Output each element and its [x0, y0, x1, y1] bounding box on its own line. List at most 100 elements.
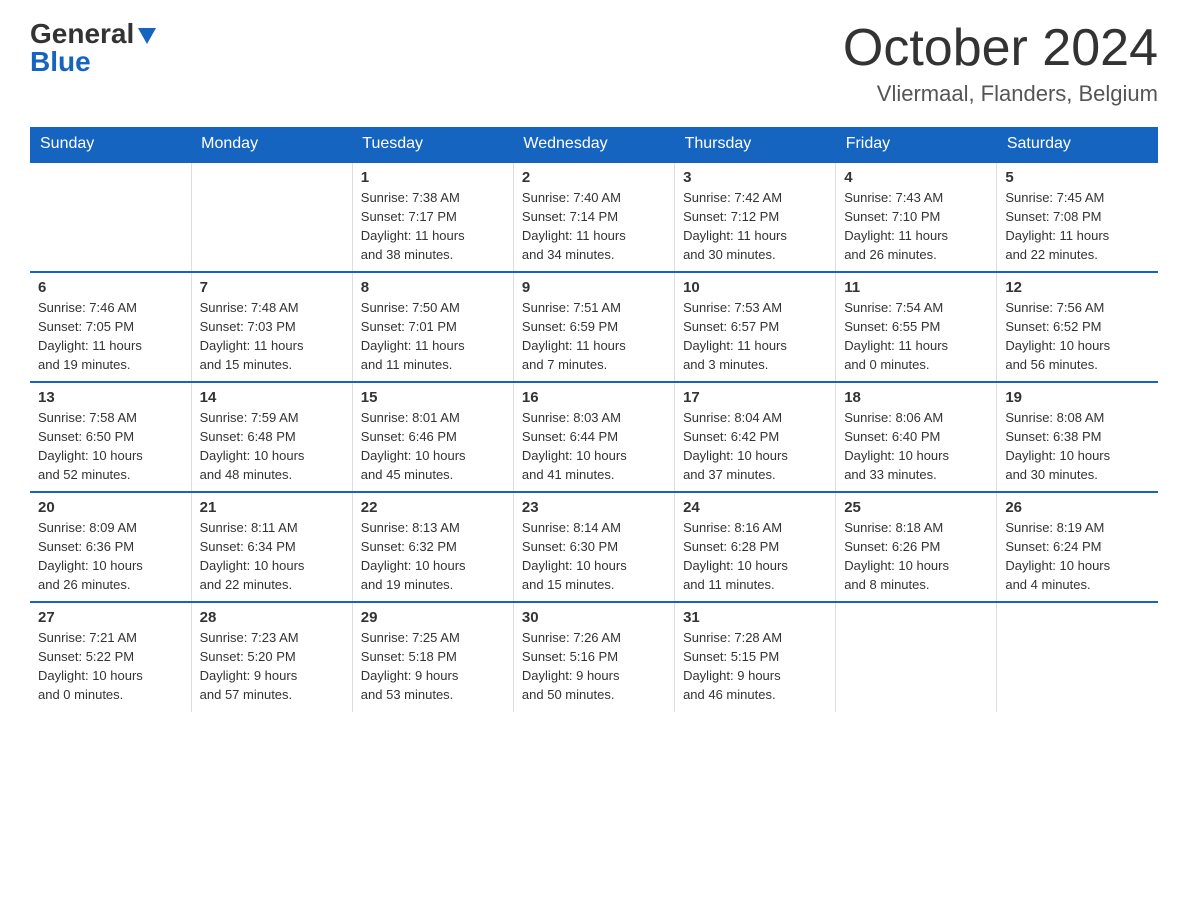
calendar-cell: 5 Sunrise: 7:45 AM Sunset: 7:08 PM Daylig… [997, 162, 1158, 272]
day-number: 3 [683, 169, 827, 186]
week-row-2: 6 Sunrise: 7:46 AM Sunset: 7:05 PM Daylig… [30, 272, 1158, 382]
column-header-saturday: Saturday [997, 127, 1158, 162]
calendar-cell: 20 Sunrise: 8:09 AM Sunset: 6:36 PM Dayli… [30, 492, 191, 602]
week-row-1: 1 Sunrise: 7:38 AM Sunset: 7:17 PM Daylig… [30, 162, 1158, 272]
day-number: 18 [844, 389, 988, 406]
day-info: Sunrise: 8:08 AM Sunset: 6:38 PM Dayligh… [1005, 409, 1150, 484]
calendar-cell: 26 Sunrise: 8:19 AM Sunset: 6:24 PM Dayli… [997, 492, 1158, 602]
calendar-cell: 30 Sunrise: 7:26 AM Sunset: 5:16 PM Dayli… [513, 602, 674, 712]
day-info: Sunrise: 7:48 AM Sunset: 7:03 PM Dayligh… [200, 299, 344, 374]
day-info: Sunrise: 8:03 AM Sunset: 6:44 PM Dayligh… [522, 409, 666, 484]
day-info: Sunrise: 7:50 AM Sunset: 7:01 PM Dayligh… [361, 299, 505, 374]
calendar-cell: 19Sunrise: 8:08 AM Sunset: 6:38 PM Dayli… [997, 382, 1158, 492]
day-number: 29 [361, 609, 505, 626]
day-number: 9 [522, 279, 666, 296]
calendar-cell: 11 Sunrise: 7:54 AM Sunset: 6:55 PM Dayli… [836, 272, 997, 382]
day-number: 14 [200, 389, 344, 406]
day-info: Sunrise: 7:42 AM Sunset: 7:12 PM Dayligh… [683, 189, 827, 264]
calendar-cell [997, 602, 1158, 712]
day-info: Sunrise: 8:18 AM Sunset: 6:26 PM Dayligh… [844, 519, 988, 594]
day-info: Sunrise: 8:14 AM Sunset: 6:30 PM Dayligh… [522, 519, 666, 594]
day-info: Sunrise: 7:38 AM Sunset: 7:17 PM Dayligh… [361, 189, 505, 264]
day-number: 15 [361, 389, 505, 406]
day-number: 27 [38, 609, 183, 626]
day-info: Sunrise: 7:54 AM Sunset: 6:55 PM Dayligh… [844, 299, 988, 374]
calendar-cell: 18 Sunrise: 8:06 AM Sunset: 6:40 PM Dayli… [836, 382, 997, 492]
day-info: Sunrise: 7:26 AM Sunset: 5:16 PM Dayligh… [522, 629, 666, 704]
day-number: 13 [38, 389, 183, 406]
day-info: Sunrise: 7:45 AM Sunset: 7:08 PM Dayligh… [1005, 189, 1150, 264]
calendar-cell: 13 Sunrise: 7:58 AM Sunset: 6:50 PM Dayli… [30, 382, 191, 492]
day-number: 12 [1005, 279, 1150, 296]
day-number: 8 [361, 279, 505, 296]
calendar-cell: 9 Sunrise: 7:51 AM Sunset: 6:59 PM Daylig… [513, 272, 674, 382]
logo-text-blue: Blue [30, 48, 91, 76]
month-title: October 2024 [843, 20, 1158, 77]
day-number: 30 [522, 609, 666, 626]
day-info: Sunrise: 7:40 AM Sunset: 7:14 PM Dayligh… [522, 189, 666, 264]
day-info: Sunrise: 8:09 AM Sunset: 6:36 PM Dayligh… [38, 519, 183, 594]
day-number: 22 [361, 499, 505, 516]
column-header-sunday: Sunday [30, 127, 191, 162]
day-number: 10 [683, 279, 827, 296]
column-header-wednesday: Wednesday [513, 127, 674, 162]
calendar-cell: 22 Sunrise: 8:13 AM Sunset: 6:32 PM Dayli… [352, 492, 513, 602]
logo: General Blue [30, 20, 158, 76]
week-row-5: 27 Sunrise: 7:21 AM Sunset: 5:22 PM Dayli… [30, 602, 1158, 712]
calendar-cell: 29Sunrise: 7:25 AM Sunset: 5:18 PM Dayli… [352, 602, 513, 712]
day-number: 24 [683, 499, 827, 516]
calendar-cell: 15Sunrise: 8:01 AM Sunset: 6:46 PM Dayli… [352, 382, 513, 492]
calendar-cell [191, 162, 352, 272]
day-number: 6 [38, 279, 183, 296]
calendar-cell [836, 602, 997, 712]
day-info: Sunrise: 8:19 AM Sunset: 6:24 PM Dayligh… [1005, 519, 1150, 594]
week-row-3: 13 Sunrise: 7:58 AM Sunset: 6:50 PM Dayli… [30, 382, 1158, 492]
day-info: Sunrise: 8:16 AM Sunset: 6:28 PM Dayligh… [683, 519, 827, 594]
calendar-cell: 1 Sunrise: 7:38 AM Sunset: 7:17 PM Daylig… [352, 162, 513, 272]
day-info: Sunrise: 7:23 AM Sunset: 5:20 PM Dayligh… [200, 629, 344, 704]
calendar-table: SundayMondayTuesdayWednesdayThursdayFrid… [30, 127, 1158, 712]
day-number: 2 [522, 169, 666, 186]
day-number: 16 [522, 389, 666, 406]
day-number: 20 [38, 499, 183, 516]
day-info: Sunrise: 8:13 AM Sunset: 6:32 PM Dayligh… [361, 519, 505, 594]
calendar-cell: 28 Sunrise: 7:23 AM Sunset: 5:20 PM Dayli… [191, 602, 352, 712]
day-number: 21 [200, 499, 344, 516]
day-info: Sunrise: 7:46 AM Sunset: 7:05 PM Dayligh… [38, 299, 183, 374]
day-info: Sunrise: 7:58 AM Sunset: 6:50 PM Dayligh… [38, 409, 183, 484]
day-number: 26 [1005, 499, 1150, 516]
day-number: 4 [844, 169, 988, 186]
day-number: 1 [361, 169, 505, 186]
day-info: Sunrise: 7:53 AM Sunset: 6:57 PM Dayligh… [683, 299, 827, 374]
day-info: Sunrise: 7:51 AM Sunset: 6:59 PM Dayligh… [522, 299, 666, 374]
day-info: Sunrise: 7:43 AM Sunset: 7:10 PM Dayligh… [844, 189, 988, 264]
calendar-cell: 6 Sunrise: 7:46 AM Sunset: 7:05 PM Daylig… [30, 272, 191, 382]
calendar-cell: 7Sunrise: 7:48 AM Sunset: 7:03 PM Daylig… [191, 272, 352, 382]
calendar-cell: 8 Sunrise: 7:50 AM Sunset: 7:01 PM Daylig… [352, 272, 513, 382]
day-number: 11 [844, 279, 988, 296]
day-info: Sunrise: 7:56 AM Sunset: 6:52 PM Dayligh… [1005, 299, 1150, 374]
column-header-monday: Monday [191, 127, 352, 162]
calendar-cell: 24 Sunrise: 8:16 AM Sunset: 6:28 PM Dayli… [675, 492, 836, 602]
calendar-cell: 12 Sunrise: 7:56 AM Sunset: 6:52 PM Dayli… [997, 272, 1158, 382]
calendar-cell: 27 Sunrise: 7:21 AM Sunset: 5:22 PM Dayli… [30, 602, 191, 712]
logo-triangle-icon [136, 24, 158, 46]
day-info: Sunrise: 7:21 AM Sunset: 5:22 PM Dayligh… [38, 629, 183, 704]
day-info: Sunrise: 8:06 AM Sunset: 6:40 PM Dayligh… [844, 409, 988, 484]
calendar-cell: 31Sunrise: 7:28 AM Sunset: 5:15 PM Dayli… [675, 602, 836, 712]
day-number: 25 [844, 499, 988, 516]
day-number: 28 [200, 609, 344, 626]
calendar-cell: 2 Sunrise: 7:40 AM Sunset: 7:14 PM Daylig… [513, 162, 674, 272]
calendar-cell: 14Sunrise: 7:59 AM Sunset: 6:48 PM Dayli… [191, 382, 352, 492]
day-number: 17 [683, 389, 827, 406]
day-info: Sunrise: 8:11 AM Sunset: 6:34 PM Dayligh… [200, 519, 344, 594]
column-header-friday: Friday [836, 127, 997, 162]
week-row-4: 20 Sunrise: 8:09 AM Sunset: 6:36 PM Dayli… [30, 492, 1158, 602]
day-number: 5 [1005, 169, 1150, 186]
day-number: 23 [522, 499, 666, 516]
calendar-cell: 10 Sunrise: 7:53 AM Sunset: 6:57 PM Dayli… [675, 272, 836, 382]
calendar-cell: 21 Sunrise: 8:11 AM Sunset: 6:34 PM Dayli… [191, 492, 352, 602]
calendar-cell: 3 Sunrise: 7:42 AM Sunset: 7:12 PM Daylig… [675, 162, 836, 272]
calendar-cell: 4 Sunrise: 7:43 AM Sunset: 7:10 PM Daylig… [836, 162, 997, 272]
calendar-cell: 25 Sunrise: 8:18 AM Sunset: 6:26 PM Dayli… [836, 492, 997, 602]
